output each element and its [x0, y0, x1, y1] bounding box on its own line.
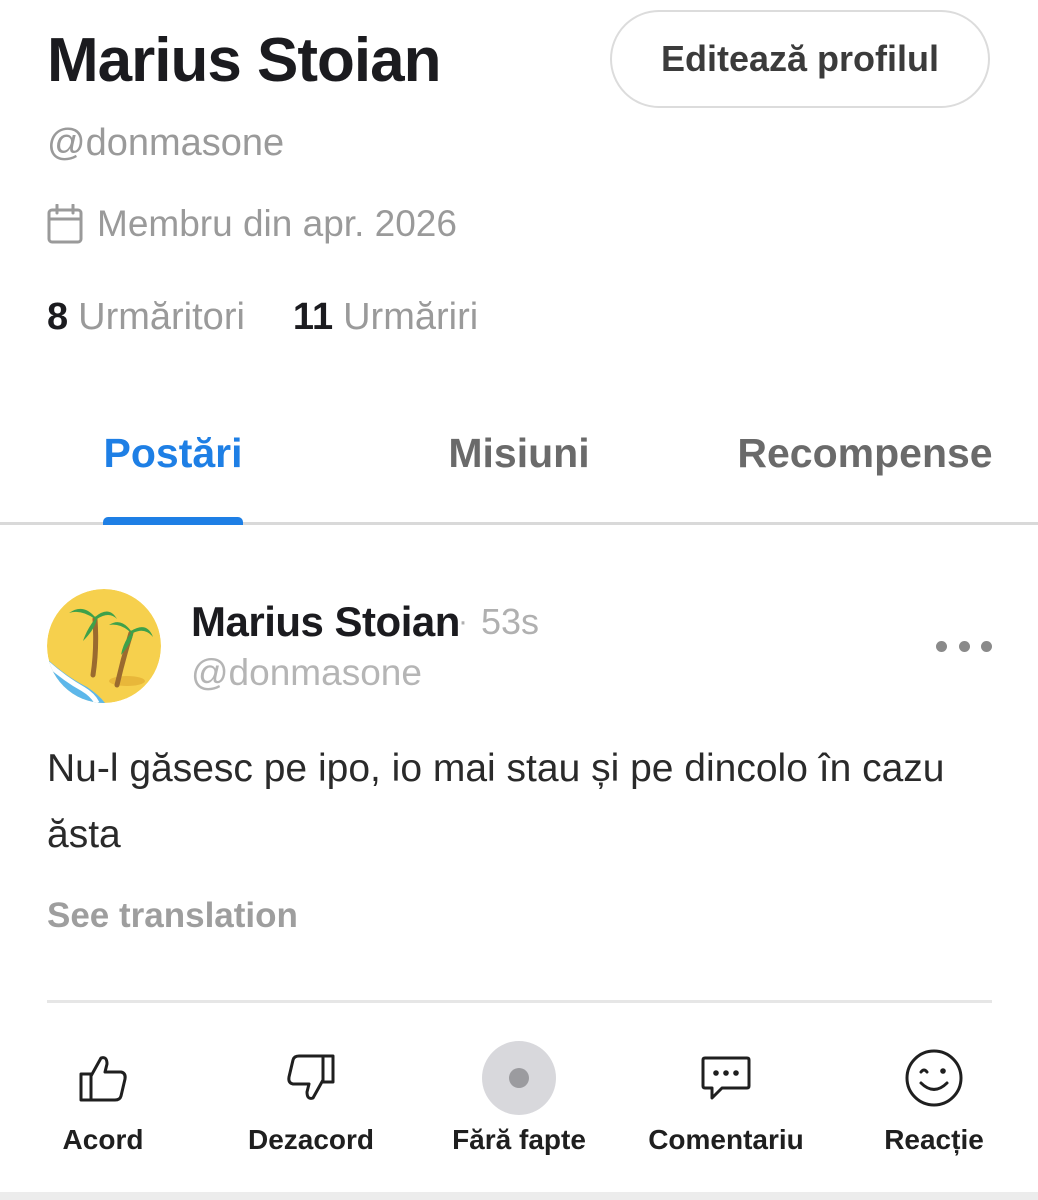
comment-label: Comentariu: [648, 1124, 804, 1155]
post-timestamp: 53s: [481, 601, 540, 642]
more-dot-icon: [936, 640, 947, 652]
following-label: Urmăriri: [343, 295, 479, 338]
no-facts-button[interactable]: Fără fapte: [424, 1030, 614, 1170]
post-divider: [47, 1000, 992, 1003]
post-author-name[interactable]: Marius Stoian: [191, 597, 460, 647]
tab-missions[interactable]: Misiuni: [404, 425, 634, 481]
disagree-button[interactable]: Dezacord: [216, 1030, 406, 1170]
no-facts-label: Fără fapte: [452, 1124, 586, 1155]
emoji-smile-icon: [905, 1049, 963, 1107]
reaction-label: Reacție: [884, 1124, 984, 1155]
profile-name: Marius Stoian: [47, 26, 442, 95]
edit-profile-button[interactable]: Editează profilul: [610, 10, 990, 108]
desert-island-icon: [47, 589, 161, 703]
comment-button[interactable]: Comentariu: [631, 1030, 821, 1170]
thumbs-down-icon: [287, 1054, 335, 1100]
tab-posts[interactable]: Postări: [60, 425, 286, 481]
no-facts-icon: [482, 1041, 556, 1115]
more-dot-icon: [981, 640, 992, 652]
comment-icon: [701, 1056, 751, 1100]
post-author-handle: @donmasone: [191, 652, 422, 693]
follow-stats: 8 Urmăritori 11 Urmăriri: [47, 292, 478, 342]
profile-handle: @donmasone: [47, 122, 285, 164]
member-since-text: Membru din apr. 2026: [97, 203, 457, 244]
agree-button[interactable]: Acord: [8, 1030, 198, 1170]
bottom-edge: [0, 1192, 1038, 1200]
agree-label: Acord: [62, 1124, 144, 1155]
member-since-row: Membru din apr. 2026: [47, 200, 457, 248]
see-translation-link[interactable]: See translation: [47, 893, 298, 939]
following-count: 11: [292, 295, 334, 338]
more-options-button[interactable]: [936, 630, 992, 662]
followers-stat[interactable]: 8 Urmăritori: [47, 296, 245, 339]
avatar[interactable]: [47, 589, 161, 703]
followers-count: 8: [47, 295, 69, 338]
calendar-icon: [47, 204, 83, 244]
followers-label: Urmăritori: [78, 295, 245, 338]
more-dot-icon: [958, 640, 970, 652]
thumbs-up-icon: [79, 1056, 127, 1102]
meta-separator: ·: [458, 605, 468, 638]
disagree-label: Dezacord: [247, 1124, 375, 1155]
tab-rewards[interactable]: Recompense: [722, 425, 1008, 481]
active-tab-indicator: [103, 517, 243, 525]
following-stat[interactable]: 11 Urmăriri: [293, 296, 478, 339]
reaction-button[interactable]: Reacție: [839, 1030, 1029, 1170]
post-text: Nu-l găsesc pe ipo, io mai stau și pe di…: [47, 747, 945, 856]
